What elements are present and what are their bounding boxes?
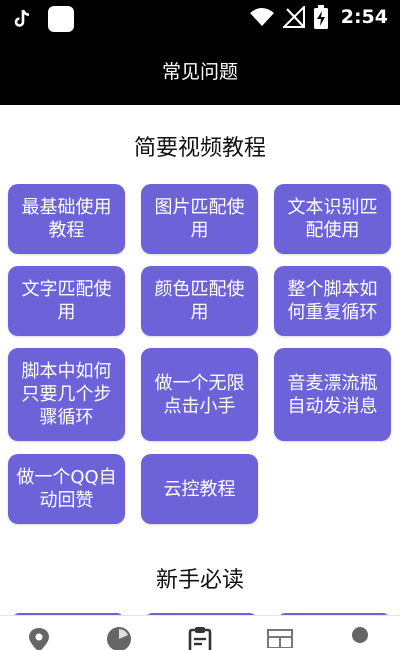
newbie-section-title: 新手必读 xyxy=(155,568,244,593)
status-bar: 2:54 xyxy=(0,0,400,36)
tutorial-button[interactable]: 脚本中如何只要几个步骤循环 xyxy=(8,348,125,441)
tutorial-button[interactable]: 整个脚本如何重复循环 xyxy=(274,266,391,336)
layout-icon xyxy=(267,629,293,648)
tutorial-button[interactable]: 云控教程 xyxy=(141,454,258,524)
tutorial-button[interactable]: 颜色匹配使用 xyxy=(141,266,258,336)
no-signal-icon xyxy=(282,6,305,28)
nav-item-tasks[interactable] xyxy=(185,626,215,650)
clock: 2:54 xyxy=(340,6,388,28)
nav-item-location[interactable] xyxy=(24,626,54,650)
tutorial-button[interactable]: 图片匹配使用 xyxy=(141,184,258,254)
tutorial-button[interactable]: 音麦漂流瓶自动发消息 xyxy=(274,348,391,441)
pie-chart-icon xyxy=(107,627,131,650)
battery-charging-icon xyxy=(313,5,328,29)
location-pin-icon xyxy=(29,628,49,650)
nav-item-stats[interactable] xyxy=(104,626,134,650)
tutorial-button[interactable]: 文字匹配使用 xyxy=(8,266,125,336)
app-notification-icon xyxy=(48,6,74,32)
clipboard-icon xyxy=(188,627,212,650)
bottom-nav xyxy=(0,615,400,650)
tutorial-button[interactable]: 最基础使用教程 xyxy=(8,184,125,254)
nav-item-layout[interactable] xyxy=(265,626,295,650)
nav-item-profile[interactable] xyxy=(345,626,375,650)
tutorial-button[interactable]: 文本识别匹配使用 xyxy=(274,184,391,254)
tutorial-button[interactable]: 做一个无限点击小手 xyxy=(141,348,258,441)
tutorials-section-title: 简要视频教程 xyxy=(133,136,266,161)
tiktok-icon xyxy=(14,9,30,27)
tutorial-button[interactable]: 做一个QQ自动回赞 xyxy=(8,454,125,524)
wifi-icon xyxy=(249,8,274,26)
profile-icon xyxy=(352,627,368,643)
content-area[interactable]: 简要视频教程 最基础使用教程 图片匹配使用 文本识别匹配使用 文字匹配使用 颜色… xyxy=(0,105,400,615)
page-title: 常见问题 xyxy=(0,36,400,105)
